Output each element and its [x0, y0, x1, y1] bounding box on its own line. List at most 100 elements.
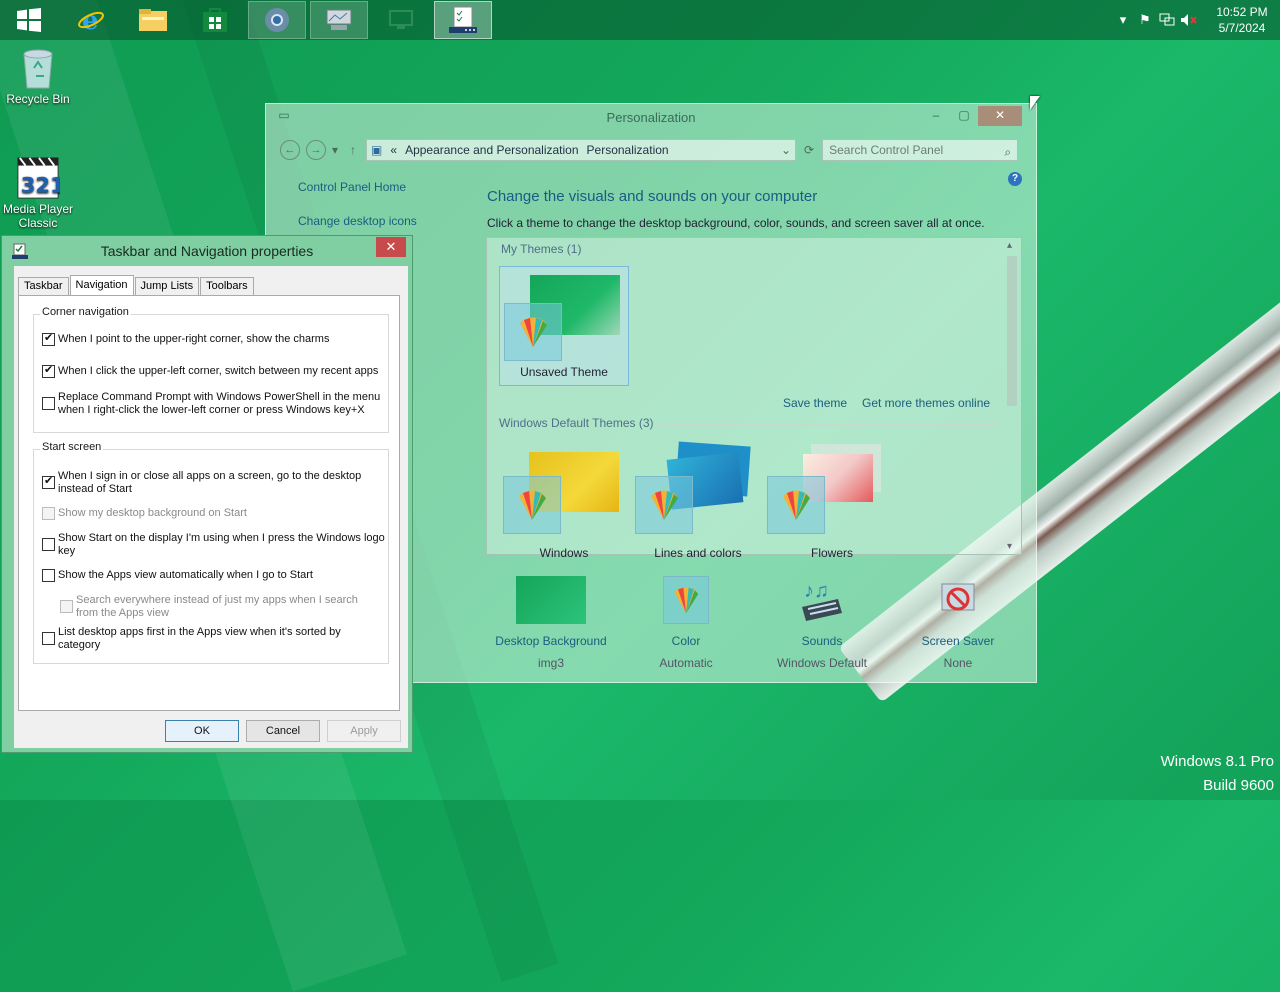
tab-toolbars[interactable]: Toolbars: [200, 277, 254, 296]
sounds-label: Sounds: [801, 634, 843, 648]
network-icon[interactable]: [1156, 10, 1178, 30]
cancel-button[interactable]: Cancel: [246, 720, 320, 742]
color-setting[interactable]: Color Automatic: [621, 576, 751, 670]
mouse-cursor: [1030, 96, 1040, 110]
option-show-charms[interactable]: When I point to the upper-right corner, …: [42, 332, 329, 346]
taskbar-properties-icon: [449, 6, 477, 33]
option-show-apps-view[interactable]: Show the Apps view automatically when I …: [42, 569, 313, 582]
remote-desktop-button[interactable]: [372, 1, 430, 39]
option-replace-command-prompt[interactable]: Replace Command Prompt with Windows Powe…: [42, 391, 380, 417]
save-theme-link[interactable]: Save theme: [783, 396, 847, 410]
group-divider: [657, 424, 997, 425]
option-label: Show Start on the display I'm using when…: [58, 532, 385, 558]
color-label: Color: [671, 634, 701, 648]
checkbox[interactable]: [42, 364, 55, 378]
folder-icon: [139, 9, 167, 31]
checkbox[interactable]: [42, 538, 55, 551]
clock[interactable]: 10:52 PM 5/7/2024: [1204, 4, 1280, 36]
clock-time: 10:52 PM: [1216, 5, 1268, 19]
option-list-desktop-apps-first[interactable]: List desktop apps first in the Apps view…: [42, 626, 341, 652]
chrome-icon: [265, 8, 289, 32]
theme-lines-and-colors[interactable]: Lines and colors: [633, 441, 763, 560]
scrollbar-thumb[interactable]: [1007, 256, 1017, 406]
option-show-start-on-display[interactable]: Show Start on the display I'm using when…: [42, 532, 385, 558]
checkbox[interactable]: [42, 632, 55, 645]
scroll-down-icon[interactable]: ▾: [1007, 541, 1012, 552]
tab-navigation[interactable]: Navigation: [69, 275, 134, 297]
option-label-line1: When I sign in or close all apps on a sc…: [58, 470, 362, 482]
tab-jump-lists[interactable]: Jump Lists: [134, 277, 200, 296]
get-more-themes-link[interactable]: Get more themes online: [862, 396, 990, 410]
disk-manager-button[interactable]: [310, 1, 368, 39]
svg-text:♪♫: ♪♫: [804, 580, 829, 602]
option-label: List desktop apps first in the Apps view…: [58, 626, 341, 652]
up-button[interactable]: ↑: [350, 143, 356, 157]
maximize-button[interactable]: ▢: [950, 106, 978, 126]
search-input[interactable]: Search Control Panel ⌕: [822, 139, 1019, 161]
option-label: Show my desktop background on Start: [58, 507, 247, 519]
option-label: Search everywhere instead of just my app…: [76, 594, 358, 620]
checkbox[interactable]: [42, 397, 55, 410]
option-label-line1: Replace Command Prompt with Windows Powe…: [58, 391, 381, 403]
refresh-icon[interactable]: ⟳: [804, 143, 814, 157]
theme-windows[interactable]: Windows: [499, 444, 629, 560]
action-center-flag-icon[interactable]: ⚑: [1134, 10, 1156, 30]
option-go-to-desktop[interactable]: When I sign in or close all apps on a sc…: [42, 470, 361, 496]
file-explorer-button[interactable]: [124, 1, 182, 39]
option-label-line2: from the Apps view: [76, 607, 169, 619]
back-button[interactable]: ←: [280, 140, 300, 160]
option-label-line1: List desktop apps first in the Apps view…: [58, 626, 341, 638]
breadcrumb-personalization[interactable]: Personalization: [587, 143, 669, 157]
taskbar: e ▾ ⚑ 10:52 PM 5/7/2024: [0, 0, 1280, 40]
option-switch-recent-apps[interactable]: When I click the upper-left corner, swit…: [42, 364, 378, 378]
tab-taskbar[interactable]: Taskbar: [18, 277, 69, 296]
recent-pages-icon[interactable]: ▾: [332, 143, 338, 157]
help-icon[interactable]: ?: [1008, 172, 1022, 186]
themes-scrollbar[interactable]: ▴ ▾: [1005, 240, 1019, 552]
checkbox[interactable]: [42, 475, 55, 489]
forward-button[interactable]: →: [306, 140, 326, 160]
checkbox[interactable]: [42, 569, 55, 582]
start-screen-group: Start screen When I sign in or close all…: [33, 441, 389, 664]
desktop-background-label: Desktop Background: [495, 634, 607, 648]
nav-change-desktop-icons[interactable]: Change desktop icons: [298, 214, 417, 228]
theme-flowers[interactable]: Flowers: [767, 444, 897, 560]
screen-saver-label: Screen Saver: [921, 634, 995, 648]
taskbar-properties-button[interactable]: [434, 1, 492, 39]
show-hidden-icons-icon[interactable]: ▾: [1112, 10, 1134, 30]
store-button[interactable]: [186, 1, 244, 39]
search-placeholder: Search Control Panel: [829, 143, 944, 157]
default-themes-label: Windows Default Themes (3): [499, 416, 654, 430]
close-button[interactable]: ✕: [978, 106, 1022, 126]
desktop-background-icon: [516, 576, 586, 624]
option-label-line2: instead of Start: [58, 483, 132, 495]
ok-button[interactable]: OK: [165, 720, 239, 742]
theme-unsaved[interactable]: Unsaved Theme: [499, 266, 629, 386]
desktop-background-setting[interactable]: Desktop Background img3: [486, 576, 616, 670]
desktop-icon-recycle-bin[interactable]: Recycle Bin: [0, 46, 76, 106]
option-label-line1: Show Start on the display I'm using when…: [58, 532, 385, 544]
internet-explorer-icon: e: [78, 6, 104, 35]
screen-saver-setting[interactable]: Screen Saver None: [893, 576, 1023, 670]
desktop-icon-media-player-classic[interactable]: 321 Media Player Classic: [0, 156, 76, 230]
minimize-button[interactable]: –: [922, 106, 950, 126]
media-player-classic-icon: 321: [16, 156, 60, 200]
checkbox[interactable]: [42, 332, 55, 346]
window-icon-area: ▭: [278, 108, 290, 122]
scroll-up-icon[interactable]: ▴: [1007, 240, 1012, 251]
breadcrumb-appearance[interactable]: Appearance and Personalization: [405, 143, 578, 157]
start-button[interactable]: [0, 1, 58, 39]
page-heading: Change the visuals and sounds on your co…: [487, 188, 818, 205]
chrome-button[interactable]: [248, 1, 306, 39]
address-bar[interactable]: ▣ « Appearance and Personalization Perso…: [366, 139, 797, 161]
address-dropdown-icon[interactable]: ⌄: [781, 143, 791, 157]
color-palette-icon: [767, 476, 825, 534]
volume-muted-icon[interactable]: [1178, 10, 1200, 30]
color-icon: [663, 576, 709, 624]
sounds-setting[interactable]: ♪♫ Sounds Windows Default: [757, 576, 887, 670]
dialog-title: Taskbar and Navigation properties: [100, 243, 314, 259]
internet-explorer-button[interactable]: e: [62, 1, 120, 39]
nav-control-panel-home[interactable]: Control Panel Home: [298, 180, 417, 194]
dialog-close-button[interactable]: ✕: [376, 237, 406, 257]
control-panel-icon: ▣: [371, 143, 383, 157]
